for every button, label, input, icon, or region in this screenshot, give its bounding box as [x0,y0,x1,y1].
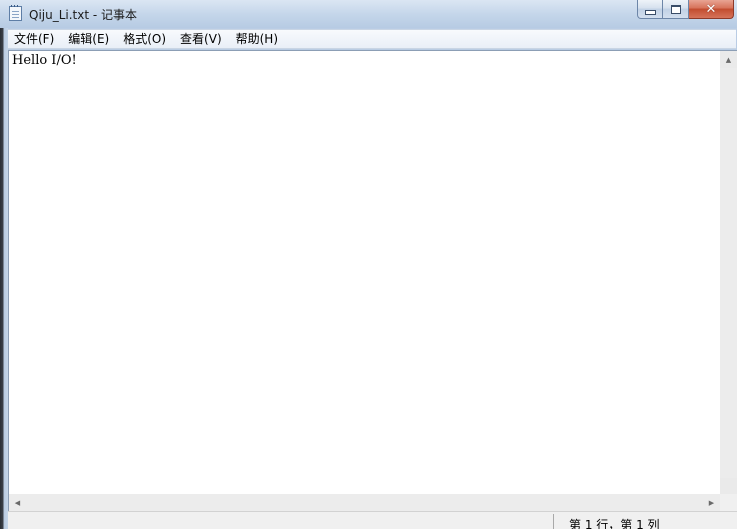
minimize-button[interactable] [637,0,663,19]
scroll-right-icon[interactable]: ▶ [703,494,720,511]
menu-format[interactable]: 格式(O) [116,30,173,48]
scroll-left-icon[interactable]: ◀ [9,494,26,511]
horizontal-scrollbar[interactable]: ◀ ▶ [8,494,720,511]
window-left-edge [0,28,8,529]
vertical-scroll-track[interactable] [720,68,737,478]
cursor-position: 第 1 行，第 1 列 [569,518,660,529]
minimize-icon [644,9,656,15]
menu-view[interactable]: 查看(V) [173,30,229,48]
menu-edit[interactable]: 编辑(E) [61,30,116,48]
window-title: Qiju_Li.txt - 记事本 [29,8,138,22]
vertical-scrollbar[interactable]: ▲ [720,50,737,494]
notepad-window: Qiju_Li.txt - 记事本 ✕ 文件(F) 编辑(E) 格式(O) 查看… [0,0,737,529]
menu-file[interactable]: 文件(F) [8,30,61,48]
status-bar: 第 1 行，第 1 列 [8,511,737,529]
maximize-button[interactable] [663,0,689,19]
scroll-corner [720,494,737,511]
status-divider [553,514,554,529]
close-icon: ✕ [705,1,717,17]
caption-buttons: ✕ [637,0,734,20]
menu-help[interactable]: 帮助(H) [229,30,285,48]
scroll-up-icon[interactable]: ▲ [720,51,737,68]
notepad-icon[interactable] [9,5,22,21]
maximize-icon [670,4,681,14]
close-button[interactable]: ✕ [689,0,734,19]
menu-bar: 文件(F) 编辑(E) 格式(O) 查看(V) 帮助(H) [8,29,736,49]
text-editor[interactable]: Hello I/O! [8,50,720,494]
editor-content[interactable]: Hello I/O! [12,53,77,68]
title-bar[interactable]: Qiju_Li.txt - 记事本 ✕ [0,0,737,28]
